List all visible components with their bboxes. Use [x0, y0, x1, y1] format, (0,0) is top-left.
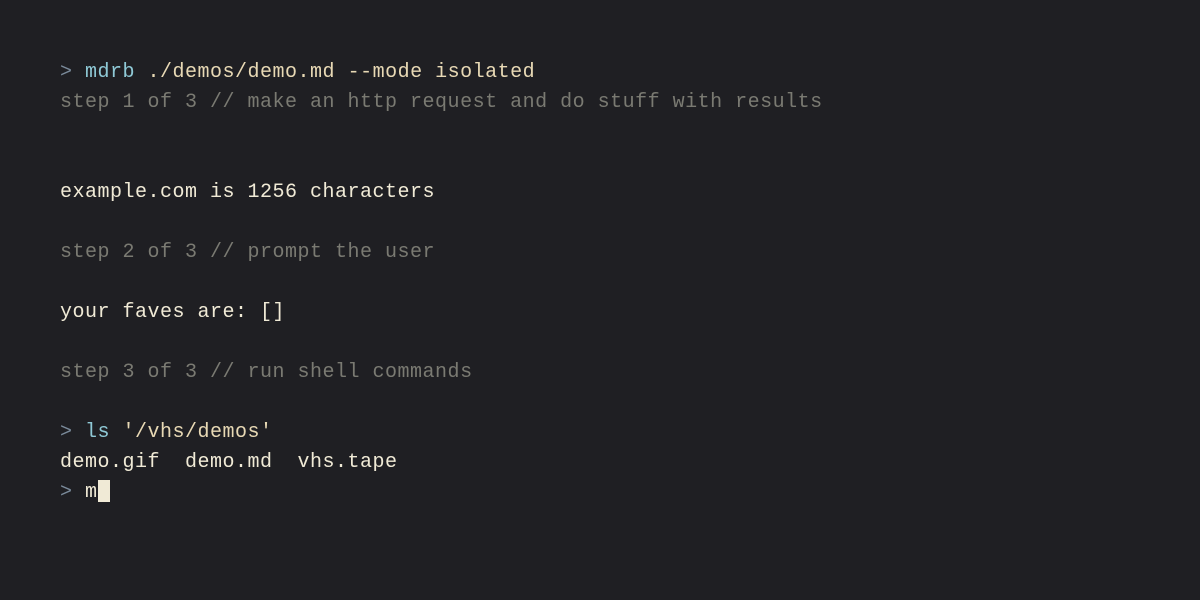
command-args: '/vhs/demos'	[110, 421, 273, 444]
cursor-block	[98, 480, 110, 502]
command-name: ls	[85, 421, 110, 444]
blank-line	[60, 208, 1140, 238]
prompt-symbol: >	[60, 61, 85, 84]
output-line-3: demo.gif demo.md vhs.tape	[60, 448, 1140, 478]
output-line-2: your faves are: []	[60, 298, 1140, 328]
step-1-label: step 1 of 3 // make an http request and …	[60, 88, 1140, 118]
typed-input: m	[85, 481, 98, 504]
command-line-2: > ls '/vhs/demos'	[60, 418, 1140, 448]
step-2-label: step 2 of 3 // prompt the user	[60, 238, 1140, 268]
blank-line	[60, 388, 1140, 418]
prompt-symbol: >	[60, 481, 85, 504]
command-name: mdrb	[85, 61, 135, 84]
command-line-3-active[interactable]: > m	[60, 478, 1140, 508]
blank-line	[60, 118, 1140, 148]
blank-line	[60, 268, 1140, 298]
output-line-1: example.com is 1256 characters	[60, 178, 1140, 208]
blank-line	[60, 148, 1140, 178]
prompt-symbol: >	[60, 421, 85, 444]
command-line-1: > mdrb ./demos/demo.md --mode isolated	[60, 58, 1140, 88]
blank-line	[60, 328, 1140, 358]
step-3-label: step 3 of 3 // run shell commands	[60, 358, 1140, 388]
command-args: ./demos/demo.md --mode isolated	[135, 61, 535, 84]
